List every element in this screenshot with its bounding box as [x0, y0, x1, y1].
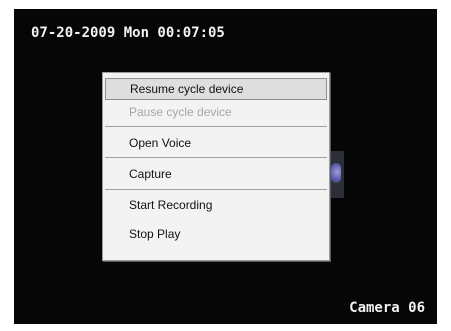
menu-item-resume-cycle-device[interactable]: Resume cycle device	[105, 78, 327, 100]
menu-item-stop-play[interactable]: Stop Play	[105, 223, 327, 245]
video-player-window: 07-20-2009 Mon 00:07:05 Camera 06 Resume…	[0, 0, 451, 331]
menu-item-start-recording[interactable]: Start Recording	[105, 194, 327, 216]
video-display[interactable]: 07-20-2009 Mon 00:07:05 Camera 06 Resume…	[14, 9, 437, 324]
menu-separator	[105, 189, 327, 190]
context-menu: Resume cycle device Pause cycle device O…	[102, 72, 330, 261]
ptz-knob-icon[interactable]	[331, 163, 341, 183]
menu-item-pause-cycle-device: Pause cycle device	[129, 105, 232, 119]
menu-item-open-voice[interactable]: Open Voice	[105, 132, 327, 154]
menu-separator	[105, 157, 327, 158]
menu-item-capture[interactable]: Capture	[105, 163, 327, 185]
timestamp-overlay: 07-20-2009 Mon 00:07:05	[31, 25, 225, 41]
camera-label: Camera 06	[349, 300, 425, 316]
menu-separator	[105, 126, 327, 127]
